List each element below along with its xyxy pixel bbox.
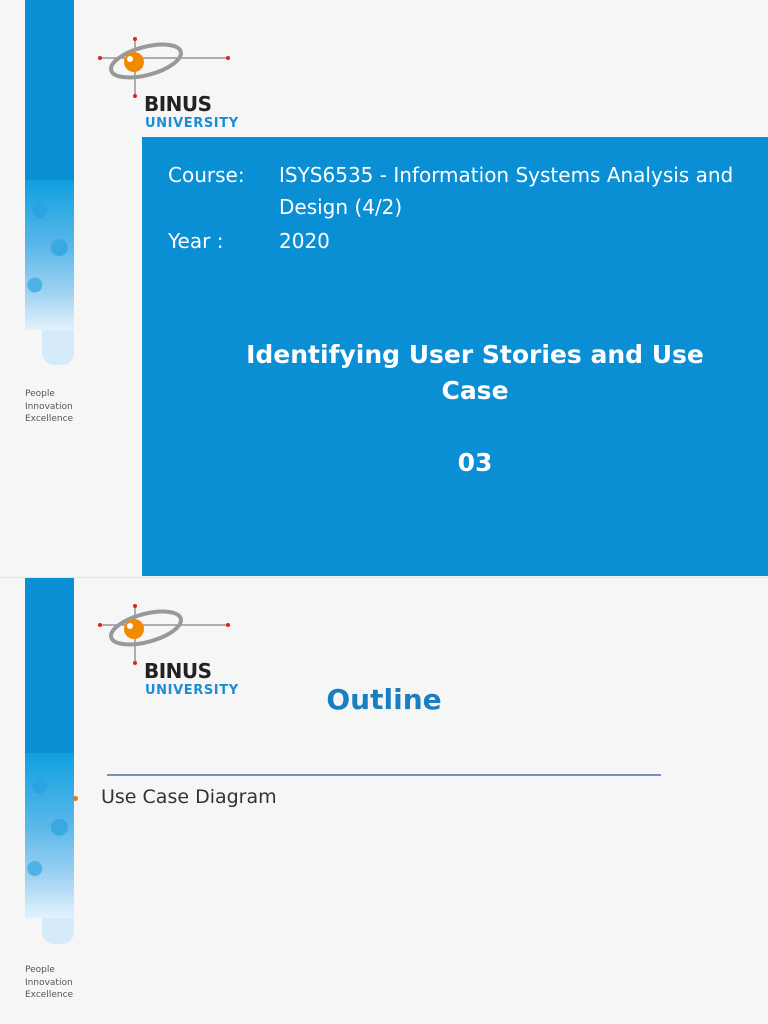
slide-title: Identifying User Stories and Use Case — [202, 337, 748, 409]
outline-title: Outline — [326, 683, 442, 716]
year-label: Year : — [168, 229, 224, 253]
tagline-line: Excellence — [25, 990, 74, 1000]
logo-name: BINUS — [144, 659, 212, 683]
bullet-item: Use Case Diagram — [101, 786, 277, 808]
tagline: People Innovation Excellence — [25, 964, 73, 1002]
title-line: Identifying User Stories and Use — [246, 340, 704, 369]
session-number: 03 — [457, 448, 493, 477]
binus-logo: BINUS UNIVERSITY — [98, 36, 248, 136]
decorative-stripe — [25, 0, 74, 365]
tagline: People Innovation Excellence — [25, 388, 73, 426]
title-slide: BINUS UNIVERSITY People Innovation Excel… — [0, 0, 768, 576]
tagline-line: Excellence — [25, 414, 74, 424]
course-value-cont: Design (4/2) — [279, 195, 403, 219]
bullet-icon — [73, 796, 78, 801]
logo-subtitle: UNIVERSITY — [145, 116, 239, 131]
tagline-line: People — [25, 389, 55, 399]
title-line: Case — [441, 376, 509, 405]
tagline-line: Innovation — [25, 401, 73, 412]
tagline-line: People — [25, 965, 55, 975]
tagline-line: Innovation — [25, 977, 73, 988]
course-value: ISYS6535 - Information Systems Analysis … — [279, 163, 734, 187]
outline-slide: BINUS UNIVERSITY Outline Use Case Diagra… — [0, 577, 768, 1024]
year-value: 2020 — [279, 229, 330, 253]
title-box: Course: ISYS6535 - Information Systems A… — [142, 137, 768, 576]
decorative-stripe — [25, 578, 74, 944]
logo-name: BINUS — [144, 92, 212, 116]
title-divider — [107, 774, 661, 776]
course-label: Course: — [168, 163, 245, 187]
